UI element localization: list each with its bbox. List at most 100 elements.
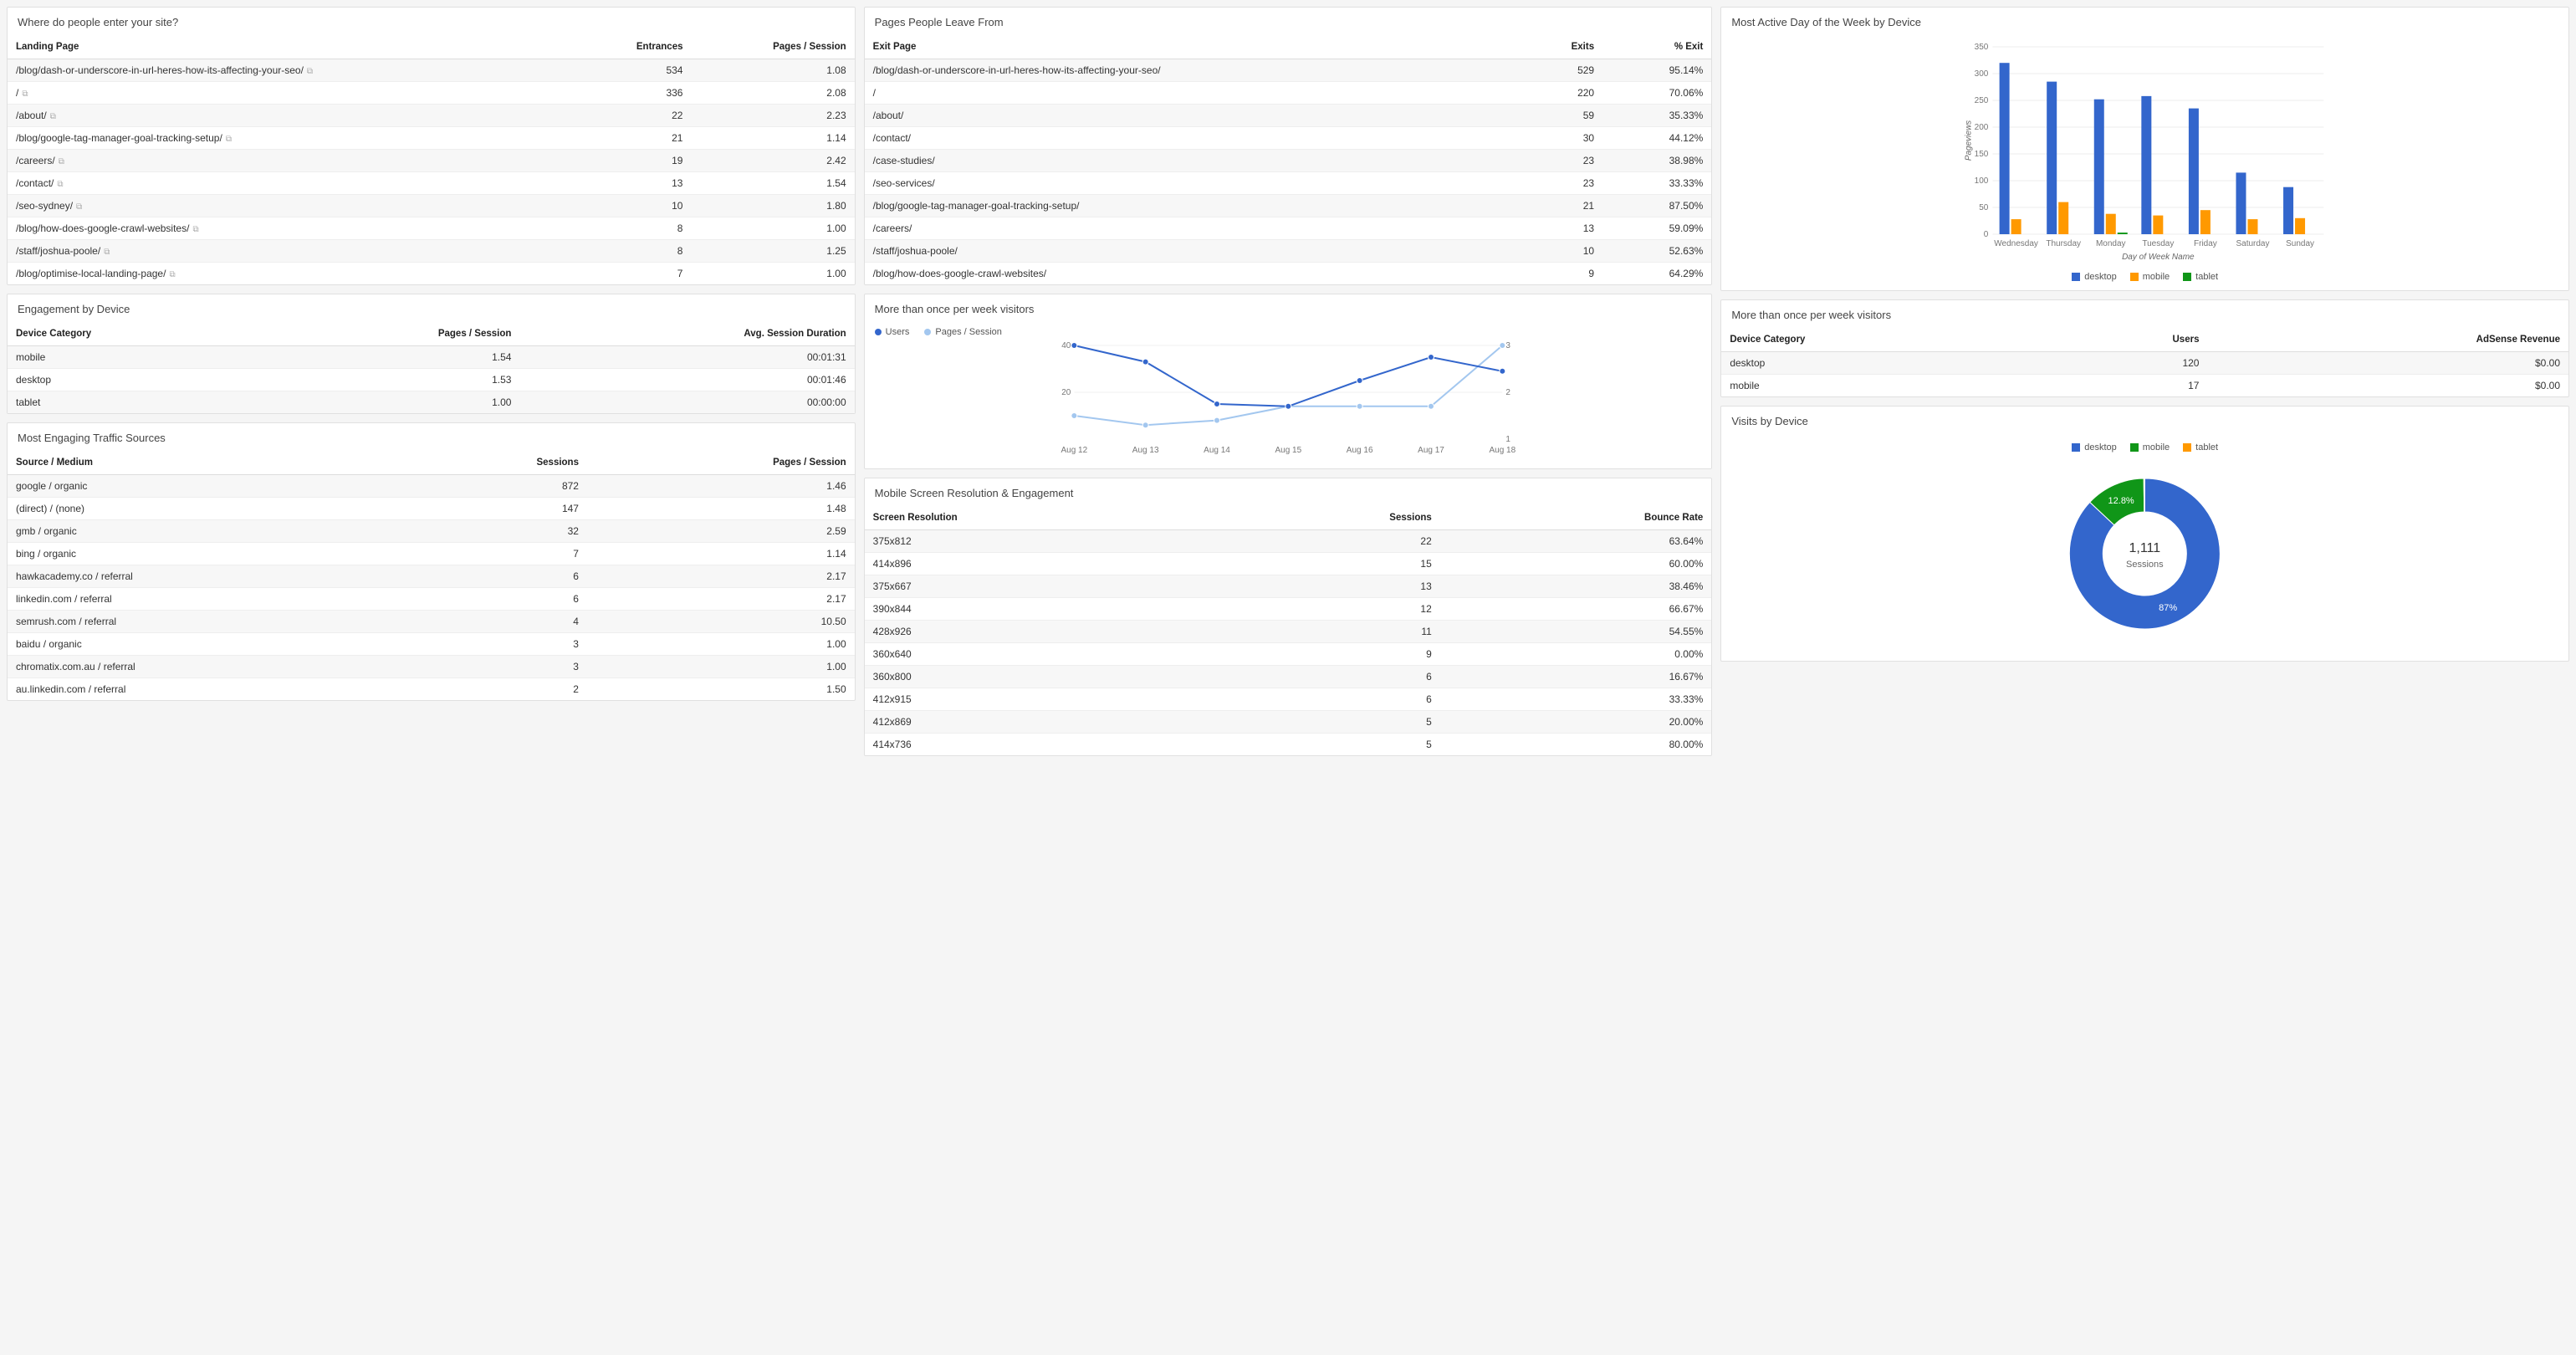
table-row[interactable]: /22070.06% xyxy=(865,82,1712,105)
cell-value: 1.50 xyxy=(587,678,855,701)
cell-value: 13 xyxy=(576,172,691,195)
table-row[interactable]: desktop1.5300:01:46 xyxy=(8,369,855,391)
external-link-icon[interactable]: ⧉ xyxy=(22,89,28,99)
cell-value: 1.53 xyxy=(267,369,520,391)
col-header[interactable]: Device Category xyxy=(8,322,267,346)
svg-text:200: 200 xyxy=(1975,123,1989,132)
table-row[interactable]: 414x736580.00% xyxy=(865,734,1712,756)
cell-value: 6 xyxy=(412,588,587,611)
table-row[interactable]: hawkacademy.co / referral62.17 xyxy=(8,565,855,588)
external-link-icon[interactable]: ⧉ xyxy=(226,135,232,144)
svg-text:20: 20 xyxy=(1061,388,1071,397)
table-row[interactable]: desktop120$0.00 xyxy=(1721,352,2568,375)
table-row[interactable]: /staff/joshua-poole/⧉81.25 xyxy=(8,240,855,263)
col-header[interactable]: Users xyxy=(2052,328,2207,352)
table-row[interactable]: /blog/google-tag-manager-goal-tracking-s… xyxy=(865,195,1712,217)
table-row[interactable]: (direct) / (none)1471.48 xyxy=(8,498,855,520)
cell-value: 59 xyxy=(1517,105,1602,127)
external-link-icon[interactable]: ⧉ xyxy=(76,202,82,212)
card-title: More than once per week visitors xyxy=(865,294,1712,322)
cell-value: 1.80 xyxy=(691,195,854,217)
external-link-icon[interactable]: ⧉ xyxy=(59,157,64,166)
card-title: More than once per week visitors xyxy=(1721,300,2568,328)
col-header[interactable]: Source / Medium xyxy=(8,451,412,475)
table-row[interactable]: mobile17$0.00 xyxy=(1721,375,2568,397)
table-row[interactable]: 375x8122263.64% xyxy=(865,530,1712,553)
cell-label: au.linkedin.com / referral xyxy=(8,678,412,701)
table-row[interactable]: /blog/how-does-google-crawl-websites/964… xyxy=(865,263,1712,285)
col-header[interactable]: Landing Page xyxy=(8,35,576,59)
col-header[interactable]: Entrances xyxy=(576,35,691,59)
table-row[interactable]: 375x6671338.46% xyxy=(865,575,1712,598)
col-header[interactable]: % Exit xyxy=(1602,35,1711,59)
table-row[interactable]: /about/5935.33% xyxy=(865,105,1712,127)
table-row[interactable]: tablet1.0000:00:00 xyxy=(8,391,855,414)
cell-value: 1.00 xyxy=(587,656,855,678)
table-row[interactable]: 412x869520.00% xyxy=(865,711,1712,734)
table-row[interactable]: bing / organic71.14 xyxy=(8,543,855,565)
table-row[interactable]: /blog/google-tag-manager-goal-tracking-s… xyxy=(8,127,855,150)
table-row[interactable]: /about/⧉222.23 xyxy=(8,105,855,127)
table-row[interactable]: 390x8441266.67% xyxy=(865,598,1712,621)
col-header[interactable]: Screen Resolution xyxy=(865,506,1229,530)
table-row[interactable]: /contact/⧉131.54 xyxy=(8,172,855,195)
table-row[interactable]: baidu / organic31.00 xyxy=(8,633,855,656)
col-header[interactable]: Bounce Rate xyxy=(1440,506,1712,530)
col-header[interactable]: Device Category xyxy=(1721,328,2052,352)
svg-text:300: 300 xyxy=(1975,69,1989,79)
legend-label: Pages / Session xyxy=(935,327,1002,337)
table-row[interactable]: 360x800616.67% xyxy=(865,666,1712,688)
card-title: Most Engaging Traffic Sources xyxy=(8,423,855,451)
cell-label: /about/ xyxy=(865,105,1518,127)
col-header[interactable]: AdSense Revenue xyxy=(2207,328,2568,352)
table-row[interactable]: /careers/⧉192.42 xyxy=(8,150,855,172)
col-header[interactable]: Pages / Session xyxy=(267,322,520,346)
table-row[interactable]: /seo-services/2333.33% xyxy=(865,172,1712,195)
svg-text:150: 150 xyxy=(1975,150,1989,159)
external-link-icon[interactable]: ⧉ xyxy=(169,270,175,279)
table-row[interactable]: gmb / organic322.59 xyxy=(8,520,855,543)
table-row[interactable]: au.linkedin.com / referral21.50 xyxy=(8,678,855,701)
col-header[interactable]: Avg. Session Duration xyxy=(519,322,854,346)
table-row[interactable]: mobile1.5400:01:31 xyxy=(8,346,855,369)
col-header[interactable]: Pages / Session xyxy=(587,451,855,475)
external-link-icon[interactable]: ⧉ xyxy=(57,180,63,189)
col-header[interactable]: Pages / Session xyxy=(691,35,854,59)
table-row[interactable]: semrush.com / referral410.50 xyxy=(8,611,855,633)
col-header[interactable]: Exit Page xyxy=(865,35,1518,59)
table-row[interactable]: 412x915633.33% xyxy=(865,688,1712,711)
table-row[interactable]: 428x9261154.55% xyxy=(865,621,1712,643)
external-link-icon[interactable]: ⧉ xyxy=(192,225,198,234)
table-row[interactable]: /careers/1359.09% xyxy=(865,217,1712,240)
table-row[interactable]: linkedin.com / referral62.17 xyxy=(8,588,855,611)
cell-value: 87.50% xyxy=(1602,195,1711,217)
col-header[interactable]: Sessions xyxy=(1228,506,1439,530)
table-row[interactable]: /blog/dash-or-underscore-in-url-heres-ho… xyxy=(865,59,1712,82)
table-row[interactable]: /staff/joshua-poole/1052.63% xyxy=(865,240,1712,263)
col-header[interactable]: Exits xyxy=(1517,35,1602,59)
external-link-icon[interactable]: ⧉ xyxy=(50,112,56,121)
cell-label: 375x667 xyxy=(865,575,1229,598)
external-link-icon[interactable]: ⧉ xyxy=(104,248,110,257)
table-row[interactable]: /contact/3044.12% xyxy=(865,127,1712,150)
table-row[interactable]: 360x64090.00% xyxy=(865,643,1712,666)
cell-value: 70.06% xyxy=(1602,82,1711,105)
table-row[interactable]: /⧉3362.08 xyxy=(8,82,855,105)
external-link-icon[interactable]: ⧉ xyxy=(307,67,313,76)
table-row[interactable]: google / organic8721.46 xyxy=(8,475,855,498)
cell-value: 33.33% xyxy=(1602,172,1711,195)
table-row[interactable]: /blog/optimise-local-landing-page/⧉71.00 xyxy=(8,263,855,285)
cell-value: 52.63% xyxy=(1602,240,1711,263)
svg-text:Aug 14: Aug 14 xyxy=(1204,446,1230,455)
table-row[interactable]: /blog/how-does-google-crawl-websites/⧉81… xyxy=(8,217,855,240)
svg-text:Aug 16: Aug 16 xyxy=(1346,446,1372,455)
table-row[interactable]: chromatix.com.au / referral31.00 xyxy=(8,656,855,678)
table-row[interactable]: /case-studies/2338.98% xyxy=(865,150,1712,172)
cell-label: gmb / organic xyxy=(8,520,412,543)
table-row[interactable]: /seo-sydney/⧉101.80 xyxy=(8,195,855,217)
cell-value: 1.00 xyxy=(267,391,520,414)
col-header[interactable]: Sessions xyxy=(412,451,587,475)
cell-value: 38.98% xyxy=(1602,150,1711,172)
table-row[interactable]: /blog/dash-or-underscore-in-url-heres-ho… xyxy=(8,59,855,82)
table-row[interactable]: 414x8961560.00% xyxy=(865,553,1712,575)
